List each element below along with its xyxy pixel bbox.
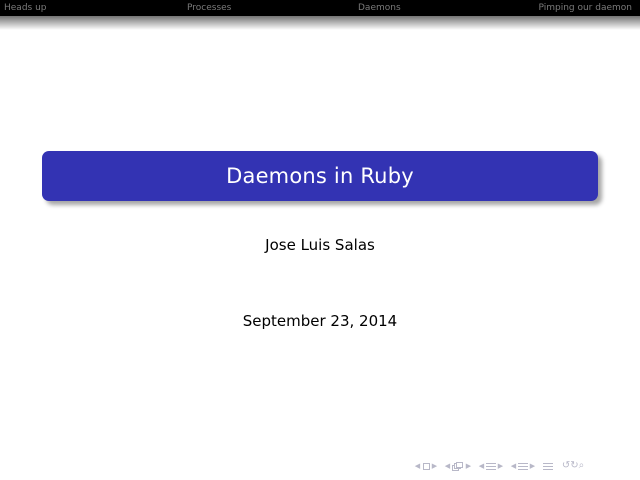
subsection-forward-icon[interactable]: ▶ [497,460,504,472]
search-icon[interactable]: ↺↻⌕ [560,460,586,472]
slide-title: Daemons in Ruby [226,164,414,188]
beamer-navigation-controls: ◀ ▶ ◀ ▶ ◀ ▶ ◀ ▶ ↺↻⌕ [414,460,586,472]
frame-icon[interactable] [451,460,465,472]
nav-item-daemons[interactable]: Daemons [358,2,401,14]
slide-author: Jose Luis Salas [265,236,375,254]
subsection-back-icon[interactable]: ◀ [478,460,485,472]
arrow-left-icon[interactable]: ◀ [414,460,421,472]
arrow-right-icon[interactable]: ▶ [431,460,438,472]
navigation-bar: Heads up Processes Daemons Pimping our d… [0,0,640,16]
nav-item-heads-up[interactable]: Heads up [4,2,47,14]
title-box: Daemons in Ruby [42,151,598,201]
subsection-icon[interactable] [485,460,497,472]
section-back-icon[interactable]: ◀ [510,460,517,472]
section-forward-icon[interactable]: ▶ [529,460,536,472]
frame-forward-icon[interactable]: ▶ [465,460,472,472]
nav-item-processes[interactable]: Processes [187,2,231,14]
navigation-bar-shadow [0,16,640,30]
slide-date: September 23, 2014 [242,312,398,330]
slide-icon[interactable] [421,460,431,472]
section-icon[interactable] [517,460,529,472]
align-icon[interactable] [542,460,554,472]
frame-back-icon[interactable]: ◀ [444,460,451,472]
nav-item-pimping-our-daemon[interactable]: Pimping our daemon [538,2,632,14]
